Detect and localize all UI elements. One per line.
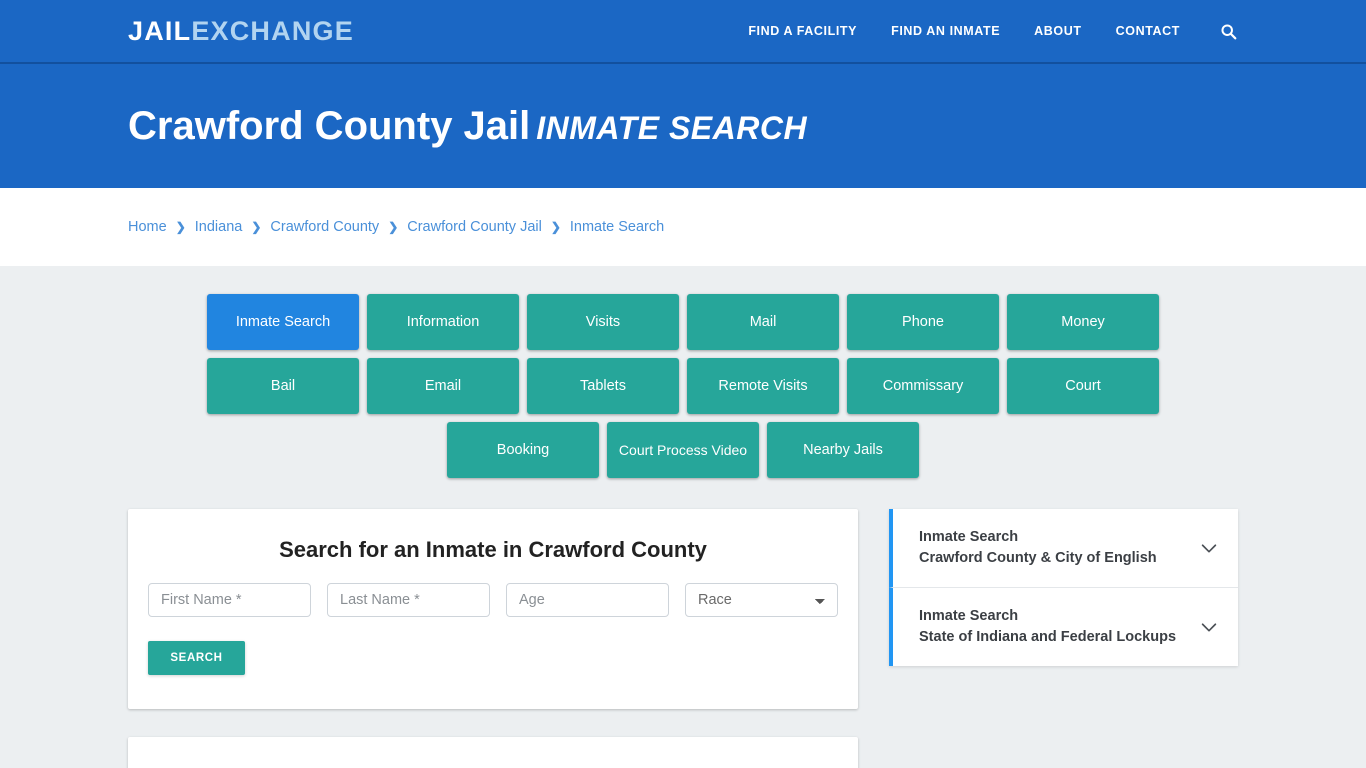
search-icon[interactable] (1218, 21, 1238, 41)
site-header: JAILEXCHANGE FIND A FACILITY FIND AN INM… (0, 0, 1366, 64)
logo-text-jail: JAIL (128, 15, 192, 46)
tab-commissary[interactable]: Commissary (847, 358, 999, 414)
breadcrumb: Home ❯ Indiana ❯ Crawford County ❯ Crawf… (128, 219, 664, 235)
tab-tablets[interactable]: Tablets (527, 358, 679, 414)
tab-visits[interactable]: Visits (527, 294, 679, 350)
accordion-subtitle: Crawford County & City of English (919, 550, 1157, 567)
tab-remote-visits[interactable]: Remote Visits (687, 358, 839, 414)
breadcrumb-item-indiana[interactable]: Indiana (195, 219, 243, 235)
tab-inmate-search[interactable]: Inmate Search (207, 294, 359, 350)
accordion-item-state-federal-search[interactable]: Inmate Search State of Indiana and Feder… (889, 588, 1238, 667)
breadcrumb-bar: Home ❯ Indiana ❯ Crawford County ❯ Crawf… (0, 188, 1366, 266)
tab-email[interactable]: Email (367, 358, 519, 414)
tab-money[interactable]: Money (1007, 294, 1159, 350)
age-input[interactable] (506, 583, 669, 617)
nav-find-a-facility[interactable]: FIND A FACILITY (748, 24, 857, 38)
accordion-subtitle: State of Indiana and Federal Lockups (919, 629, 1177, 646)
secondary-content-card (128, 737, 858, 768)
breadcrumb-separator-icon: ❯ (550, 220, 561, 234)
main-column: Search for an Inmate in Crawford County … (128, 509, 858, 768)
breadcrumb-separator-icon: ❯ (251, 220, 262, 234)
tab-bail[interactable]: Bail (207, 358, 359, 414)
search-form-row: Race (148, 583, 838, 617)
accordion-title: Inmate Search (919, 529, 1019, 545)
tab-court[interactable]: Court (1007, 358, 1159, 414)
breadcrumb-item-crawford-county[interactable]: Crawford County (270, 219, 379, 235)
nav-about[interactable]: ABOUT (1034, 24, 1081, 38)
hero-banner: Crawford County Jail INMATE SEARCH (0, 64, 1366, 188)
content-row: Search for an Inmate in Crawford County … (128, 509, 1238, 768)
nav-find-an-inmate[interactable]: FIND AN INMATE (891, 24, 1000, 38)
breadcrumb-separator-icon: ❯ (175, 220, 186, 234)
page-body: Inmate Search Information Visits Mail Ph… (0, 266, 1366, 768)
accordion-item-text: Inmate Search Crawford County & City of … (919, 527, 1188, 569)
page-title: Crawford County Jail INMATE SEARCH (128, 104, 807, 148)
site-logo[interactable]: JAILEXCHANGE (128, 15, 354, 46)
tab-nearby-jails[interactable]: Nearby Jails (767, 422, 919, 478)
search-button[interactable]: SEARCH (148, 641, 245, 675)
logo-text-exchange: EXCHANGE (191, 15, 354, 46)
last-name-input[interactable] (327, 583, 490, 617)
accordion-item-text: Inmate Search State of Indiana and Feder… (919, 606, 1188, 648)
breadcrumb-separator-icon: ❯ (388, 220, 399, 234)
chevron-down-icon[interactable] (1198, 616, 1220, 638)
main-navigation: FIND A FACILITY FIND AN INMATE ABOUT CON… (748, 21, 1238, 41)
race-select[interactable]: Race (685, 583, 838, 617)
facility-tab-bar: Inmate Search Information Visits Mail Ph… (135, 294, 1232, 478)
chevron-down-icon[interactable] (1198, 537, 1220, 559)
breadcrumb-item-home[interactable]: Home (128, 219, 167, 235)
inmate-search-accordion: Inmate Search Crawford County & City of … (889, 509, 1238, 667)
page-title-main: Crawford County Jail (128, 104, 531, 148)
tab-court-process-video[interactable]: Court Process Video (607, 422, 759, 478)
first-name-input[interactable] (148, 583, 311, 617)
inmate-search-card: Search for an Inmate in Crawford County … (128, 509, 858, 709)
search-card-title: Search for an Inmate in Crawford County (279, 537, 707, 562)
accordion-title: Inmate Search (919, 608, 1019, 625)
tab-phone[interactable]: Phone (847, 294, 999, 350)
tab-information[interactable]: Information (367, 294, 519, 350)
tab-booking[interactable]: Booking (447, 422, 599, 478)
accordion-item-county-search[interactable]: Inmate Search Crawford County & City of … (889, 509, 1238, 589)
breadcrumb-item-crawford-county-jail[interactable]: Crawford County Jail (407, 219, 542, 235)
tab-mail[interactable]: Mail (687, 294, 839, 350)
nav-contact[interactable]: CONTACT (1116, 24, 1180, 38)
page-title-sub: INMATE SEARCH (536, 110, 808, 146)
breadcrumb-item-inmate-search: Inmate Search (569, 219, 665, 235)
sidebar-column: Inmate Search Crawford County & City of … (889, 509, 1238, 667)
